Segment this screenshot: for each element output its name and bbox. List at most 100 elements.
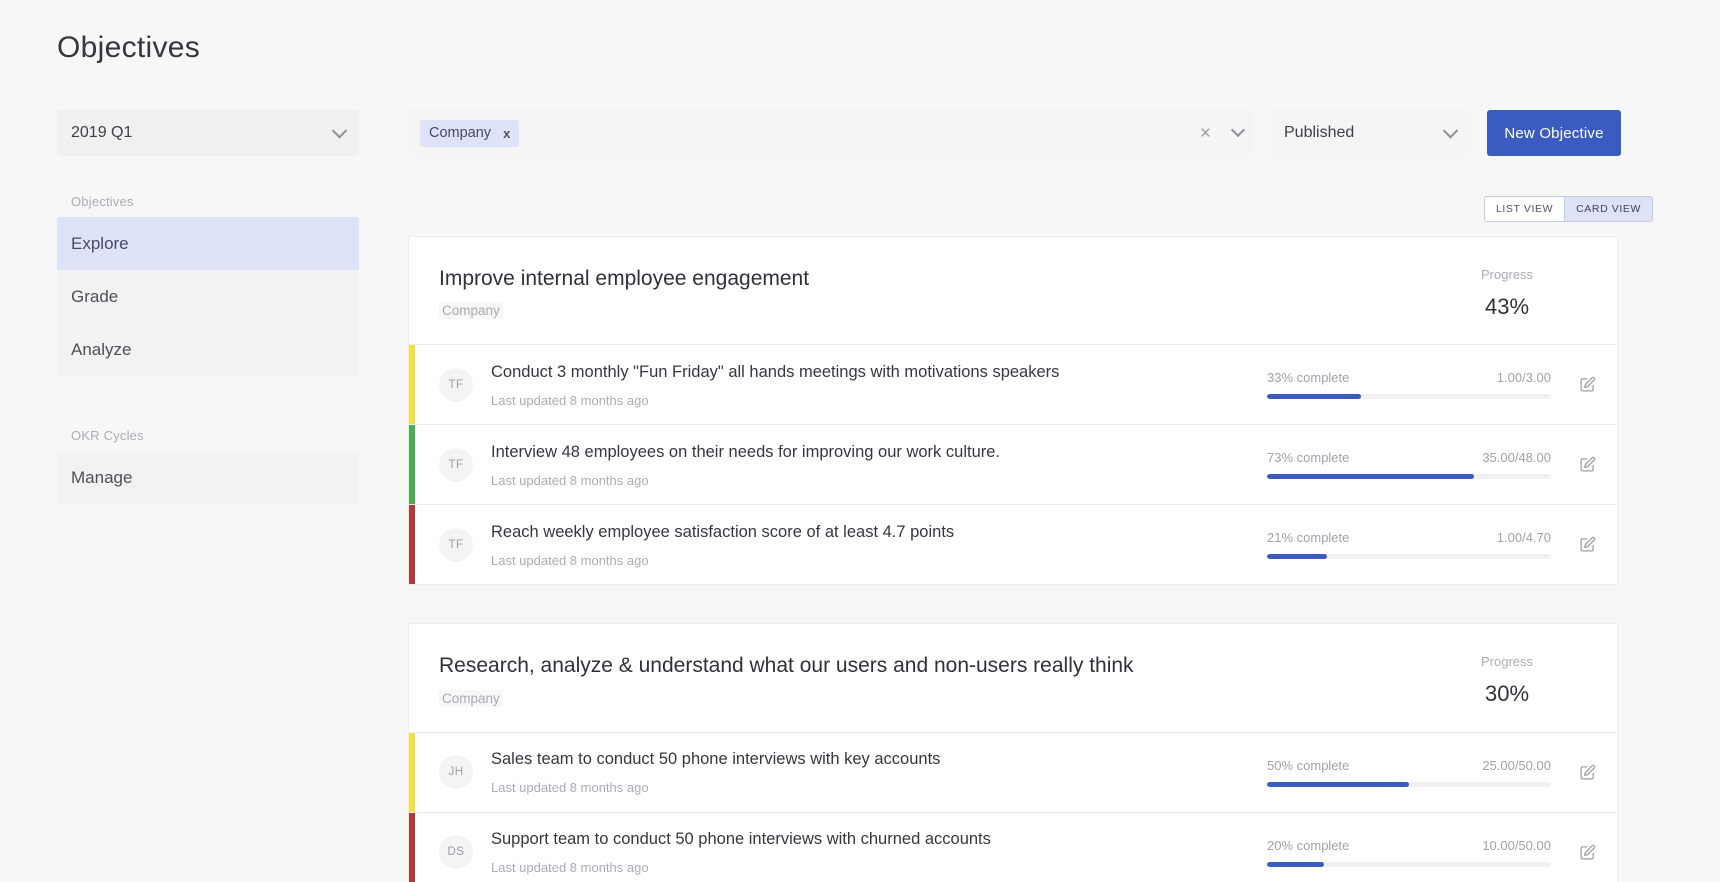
key-result-row[interactable]: TF Reach weekly employee satisfaction sc… [409,504,1617,584]
objective-header: Research, analyze & understand what our … [409,624,1617,731]
sidebar-item-label: Analyze [71,340,131,360]
key-result-title: Sales team to conduct 50 phone interview… [491,749,1247,770]
clear-filters-icon[interactable]: × [1200,124,1211,143]
edit-pencil-icon[interactable] [1557,456,1617,473]
key-result-row[interactable]: DS Support team to conduct 50 phone inte… [409,812,1617,882]
key-result-meta: Last updated 8 months ago [491,553,1247,568]
sidebar-item-label: Explore [71,234,129,254]
status-color-bar [409,733,415,812]
key-result-meta: Last updated 8 months ago [491,780,1247,795]
chevron-down-icon[interactable] [1231,123,1245,137]
key-result-main: Sales team to conduct 50 phone interview… [491,749,1267,794]
filter-input[interactable]: Company x × [408,110,1253,156]
progress-bar-track [1267,554,1551,559]
filter-chip-company[interactable]: Company x [420,120,519,147]
objective-titles: Improve internal employee engagement Com… [439,265,1427,320]
filter-actions: × [1200,110,1243,156]
key-result-meta: Last updated 8 months ago [491,860,1247,875]
objective-title: Research, analyze & understand what our … [439,652,1427,679]
view-toggle: LIST VIEW CARD VIEW [1484,196,1653,222]
nav-caption-objectives: Objectives [57,194,359,217]
sidebar-item-analyze[interactable]: Analyze [57,323,359,376]
nav-list-objectives: Explore Grade Analyze [57,217,359,376]
objectives-page: Objectives 2019 Q1 Objectives Explore Gr… [0,0,1720,882]
edit-pencil-icon[interactable] [1557,844,1617,861]
progress-bar-fill [1267,394,1361,399]
objective-progress: Progress 30% [1427,652,1587,707]
objectives-list: Improve internal employee engagement Com… [408,236,1618,882]
status-color-bar [409,425,415,504]
toolbar: Company x × Published New Objective [408,110,1653,156]
progress-bar-track [1267,782,1551,787]
key-result-percent-label: 33% complete [1267,370,1349,385]
status-color-bar [409,813,415,882]
key-result-progress: 50% complete 25.00/50.00 [1267,758,1557,787]
key-result-percent-label: 20% complete [1267,838,1349,853]
progress-value: 43% [1427,294,1587,320]
key-result-title: Conduct 3 monthly "Fun Friday" all hands… [491,362,1247,383]
key-result-progress: 21% complete 1.00/4.70 [1267,530,1557,559]
key-result-row[interactable]: JH Sales team to conduct 50 phone interv… [409,732,1617,812]
nav-list-okr-cycles: Manage [57,451,359,504]
key-result-percent-label: 73% complete [1267,450,1349,465]
edit-pencil-icon[interactable] [1557,376,1617,393]
status-color-bar [409,505,415,584]
sidebar-item-label: Manage [71,468,132,488]
objective-header: Improve internal employee engagement Com… [409,237,1617,344]
progress-bar-track [1267,862,1551,867]
progress-bar-track [1267,394,1551,399]
key-result-row[interactable]: TF Interview 48 employees on their needs… [409,424,1617,504]
key-result-value-label: 25.00/50.00 [1482,758,1551,773]
page-title: Objectives [57,31,200,65]
status-select-value: Published [1284,124,1354,142]
key-result-progress: 73% complete 35.00/48.00 [1267,450,1557,479]
objective-team-badge: Company [439,690,503,707]
close-icon[interactable]: x [503,126,510,141]
objective-titles: Research, analyze & understand what our … [439,652,1427,707]
objective-card: Research, analyze & understand what our … [408,623,1618,882]
sidebar-item-manage[interactable]: Manage [57,451,359,504]
okr-cycle-select[interactable]: 2019 Q1 [57,110,359,156]
key-result-progress-top: 21% complete 1.00/4.70 [1267,530,1551,545]
key-result-progress-top: 73% complete 35.00/48.00 [1267,450,1551,465]
filter-chip-label: Company [429,125,491,141]
progress-bar-fill [1267,554,1327,559]
key-result-value-label: 1.00/4.70 [1497,530,1551,545]
edit-pencil-icon[interactable] [1557,536,1617,553]
avatar: TF [439,448,473,482]
key-result-percent-label: 50% complete [1267,758,1349,773]
key-result-value-label: 35.00/48.00 [1482,450,1551,465]
nav-group-okr-cycles: OKR Cycles Manage [57,428,359,504]
status-select[interactable]: Published [1270,110,1470,156]
progress-bar-fill [1267,782,1409,787]
key-result-title: Interview 48 employees on their needs fo… [491,442,1247,463]
key-result-progress-top: 33% complete 1.00/3.00 [1267,370,1551,385]
key-result-percent-label: 21% complete [1267,530,1349,545]
avatar: TF [439,528,473,562]
key-result-row[interactable]: TF Conduct 3 monthly "Fun Friday" all ha… [409,344,1617,424]
key-result-main: Conduct 3 monthly "Fun Friday" all hands… [491,362,1267,407]
okr-cycle-value: 2019 Q1 [71,124,132,142]
objective-progress: Progress 43% [1427,265,1587,320]
new-objective-button[interactable]: New Objective [1487,110,1621,156]
edit-pencil-icon[interactable] [1557,764,1617,781]
card-view-button[interactable]: CARD VIEW [1564,197,1652,221]
key-result-progress-top: 50% complete 25.00/50.00 [1267,758,1551,773]
list-view-button[interactable]: LIST VIEW [1485,197,1564,221]
key-result-value-label: 1.00/3.00 [1497,370,1551,385]
key-result-main: Reach weekly employee satisfaction score… [491,522,1267,567]
avatar: TF [439,368,473,402]
key-result-progress: 20% complete 10.00/50.00 [1267,838,1557,867]
key-result-progress-top: 20% complete 10.00/50.00 [1267,838,1551,853]
sidebar-item-grade[interactable]: Grade [57,270,359,323]
key-result-title: Support team to conduct 50 phone intervi… [491,829,1247,850]
key-result-meta: Last updated 8 months ago [491,473,1247,488]
key-result-title: Reach weekly employee satisfaction score… [491,522,1247,543]
sidebar-item-explore[interactable]: Explore [57,217,359,270]
sidebar-item-label: Grade [71,287,118,307]
progress-label: Progress [1427,654,1587,669]
nav-caption-okr-cycles: OKR Cycles [57,428,359,451]
key-result-value-label: 10.00/50.00 [1482,838,1551,853]
key-result-progress: 33% complete 1.00/3.00 [1267,370,1557,399]
objective-title: Improve internal employee engagement [439,265,1427,292]
